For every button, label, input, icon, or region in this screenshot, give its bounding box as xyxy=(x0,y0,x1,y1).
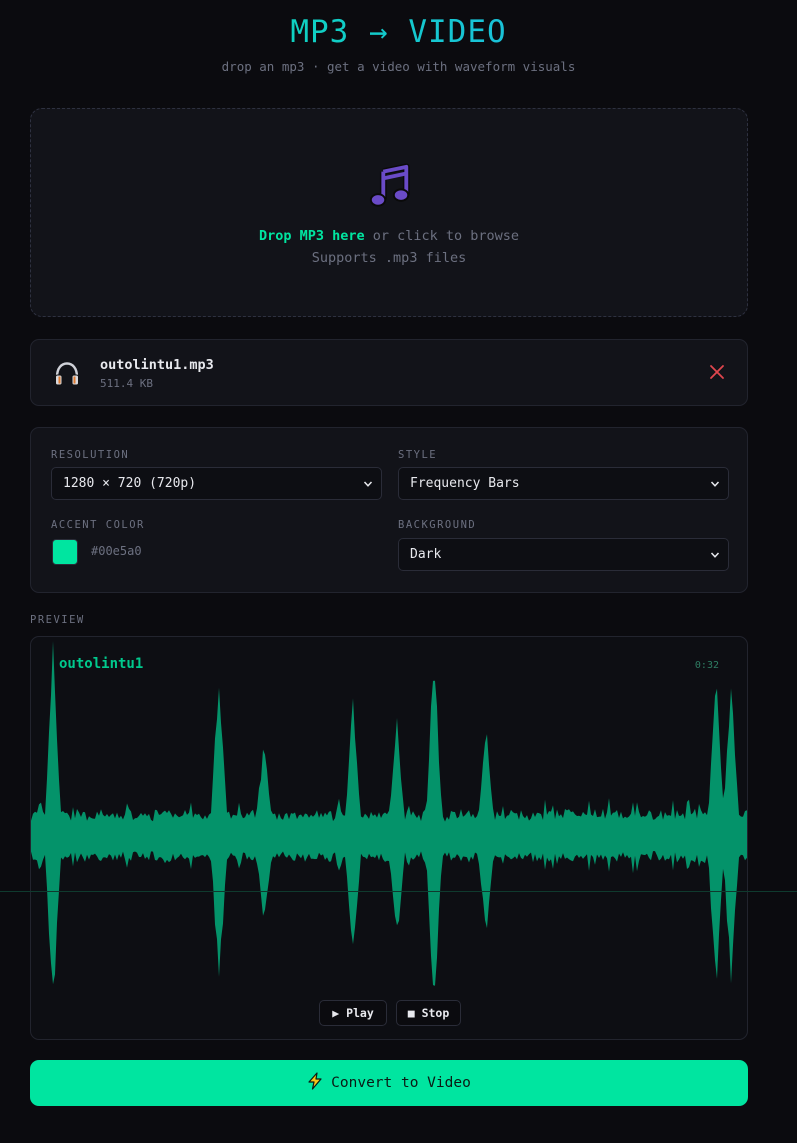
background-value: Dark xyxy=(410,547,442,562)
play-button[interactable]: ▶ Play xyxy=(319,1000,387,1026)
supported-formats: Supports .mp3 files xyxy=(311,250,467,266)
convert-label: Convert to Video xyxy=(331,1075,471,1091)
preview-label: PREVIEW xyxy=(30,614,85,626)
app-title: MP3 → VIDEO xyxy=(0,14,797,50)
accent-color-value: #00e5a0 xyxy=(91,544,142,558)
selected-file-bar: outolintu1.mp3 511.4 KB xyxy=(30,339,748,406)
app-subtitle: drop an mp3 · get a video with waveform … xyxy=(221,59,576,74)
resolution-select[interactable]: 1280 × 720 (720p) xyxy=(51,467,382,500)
preview-duration: 0:32 xyxy=(694,660,719,671)
music-note-icon xyxy=(369,163,410,207)
preview-track-title: outolintu1 xyxy=(59,656,144,672)
convert-button[interactable]: Convert to Video xyxy=(30,1060,748,1106)
file-size: 511.4 KB xyxy=(100,377,153,390)
mp3-dropzone[interactable]: Drop MP3 here or click to browse Support… xyxy=(30,108,748,317)
accent-color-swatch[interactable] xyxy=(52,539,78,565)
chevron-down-icon xyxy=(710,481,720,487)
preview-canvas: outolintu1 0:32 ▶ Play ■ Stop xyxy=(30,636,748,1040)
file-name: outolintu1.mp3 xyxy=(100,357,214,373)
headphones-icon xyxy=(55,362,79,386)
resolution-label: RESOLUTION xyxy=(51,449,130,461)
resolution-value: 1280 × 720 (720p) xyxy=(63,476,197,491)
chevron-down-icon xyxy=(363,481,373,487)
drop-strong-text: Drop MP3 here xyxy=(258,228,365,244)
waveform-visual xyxy=(31,641,747,986)
style-label: STYLE xyxy=(398,449,438,461)
chevron-down-icon xyxy=(710,552,720,558)
remove-file-button[interactable] xyxy=(707,362,727,382)
lightning-icon xyxy=(308,1072,322,1090)
background-label: BACKGROUND xyxy=(398,519,477,531)
accent-color-label: ACCENT COLOR xyxy=(51,519,145,531)
drop-instructions: Drop MP3 here or click to browse xyxy=(31,228,747,244)
style-value: Frequency Bars xyxy=(410,476,520,491)
stop-button[interactable]: ■ Stop xyxy=(396,1000,461,1026)
drop-rest-text: or click to browse xyxy=(364,228,520,244)
waveform-shape xyxy=(31,641,747,986)
playhead-line xyxy=(0,891,797,892)
style-select[interactable]: Frequency Bars xyxy=(398,467,729,500)
settings-panel: RESOLUTION 1280 × 720 (720p) STYLE Frequ… xyxy=(30,427,748,593)
background-select[interactable]: Dark xyxy=(398,538,729,571)
